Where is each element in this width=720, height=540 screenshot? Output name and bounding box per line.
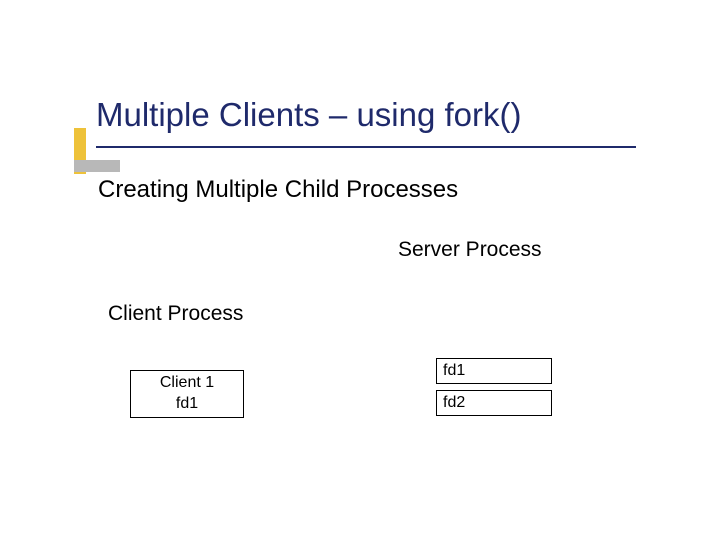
deco-vertical-bar (74, 128, 86, 174)
client-1-fd: fd1 (131, 394, 243, 415)
title-underline (96, 146, 636, 148)
deco-horizontal-bar (74, 160, 120, 172)
fd2-box: fd2 (436, 390, 552, 416)
client-1-name: Client 1 (131, 373, 243, 394)
client-1-box: Client 1 fd1 (130, 370, 244, 418)
slide-title: Multiple Clients – using fork() (96, 96, 522, 134)
slide-subtitle: Creating Multiple Child Processes (98, 176, 458, 204)
server-process-label: Server Process (398, 238, 542, 262)
title-bullet-decoration (74, 128, 120, 174)
fd1-box: fd1 (436, 358, 552, 384)
client-process-label: Client Process (108, 302, 243, 326)
